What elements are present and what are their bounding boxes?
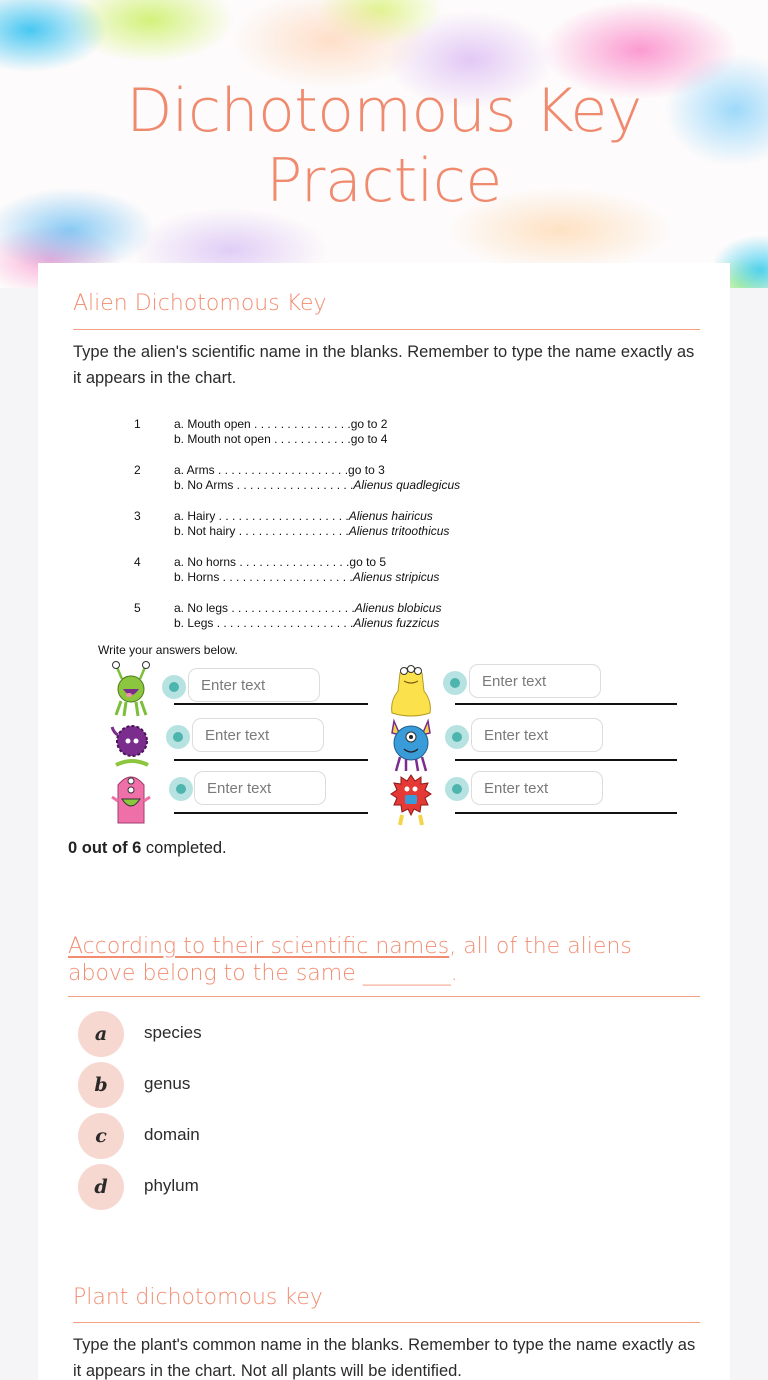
- green-antenna-alien-image: [112, 661, 150, 717]
- option-d[interactable]: d phylum: [78, 1164, 378, 1210]
- key-step-number: 3: [134, 509, 141, 523]
- key-choice-a: a. Mouth open . . . . . . . . . . . . . …: [174, 417, 388, 431]
- option-letter-badge: c: [78, 1113, 124, 1159]
- key-step: 1 a. Mouth open . . . . . . . . . . . . …: [134, 417, 514, 463]
- answer-underline: [174, 812, 368, 814]
- answer-underline: [455, 812, 677, 814]
- answer-input-1[interactable]: [188, 668, 320, 702]
- answer-status-dot: [166, 725, 190, 749]
- answer-status-dot: [445, 777, 469, 801]
- key-step-number: 2: [134, 463, 141, 477]
- purple-fuzzy-alien-image: [110, 725, 149, 767]
- answer-status-dot: [169, 777, 193, 801]
- alien-instructions: Type the alien's scientific name in the …: [73, 343, 695, 387]
- worksheet-card: Alien Dichotomous Key Type the alien's s…: [38, 263, 730, 1380]
- completed-count: 0 out of 6: [68, 839, 142, 857]
- question-divider: [68, 996, 700, 997]
- key-choice-a: a. Arms . . . . . . . . . . . . . . . . …: [174, 463, 385, 477]
- answer-underline: [455, 703, 677, 705]
- option-letter-badge: d: [78, 1164, 124, 1210]
- answer-status-dot: [162, 675, 186, 699]
- key-choice-a: a. No legs . . . . . . . . . . . . . . .…: [174, 601, 442, 615]
- option-b[interactable]: b genus: [78, 1062, 378, 1108]
- red-hairy-alien-image: [390, 774, 432, 826]
- key-choice-b: b. Mouth not open . . . . . . . . . . . …: [174, 432, 388, 446]
- blue-horned-alien-image: [391, 718, 431, 772]
- answer-input-3[interactable]: [192, 718, 324, 752]
- option-label: species: [144, 1023, 202, 1042]
- answer-row: [388, 661, 677, 717]
- answer-row: [388, 771, 677, 826]
- page-title: Dichotomous Key Practice: [126, 76, 642, 216]
- answer-input-5[interactable]: [194, 771, 326, 805]
- key-choice-b: b. Horns . . . . . . . . . . . . . . . .…: [174, 570, 440, 584]
- answer-row: [108, 661, 378, 717]
- option-label: phylum: [144, 1176, 199, 1195]
- answer-input-2[interactable]: [469, 664, 601, 698]
- key-choice-b: b. No Arms . . . . . . . . . . . . . . .…: [174, 478, 461, 492]
- section-divider: [73, 1322, 700, 1323]
- answer-underline: [174, 759, 368, 761]
- answer-row: [108, 717, 378, 767]
- key-step-number: 1: [134, 417, 141, 431]
- key-choice-a: a. Hairy . . . . . . . . . . . . . . . .…: [174, 509, 433, 523]
- section-divider: [73, 329, 700, 330]
- option-label: genus: [144, 1074, 191, 1093]
- yellow-blob-alien-image: [391, 665, 431, 717]
- write-answers-label: Write your answers below.: [98, 643, 238, 657]
- key-step: 2 a. Arms . . . . . . . . . . . . . . . …: [134, 463, 514, 509]
- answer-underline: [455, 759, 677, 761]
- header-banner: Dichotomous Key Practice: [0, 0, 768, 288]
- answer-row: [388, 717, 677, 772]
- option-c[interactable]: c domain: [78, 1113, 378, 1159]
- key-choice-b: b. Not hairy . . . . . . . . . . . . . .…: [174, 524, 450, 538]
- option-label: domain: [144, 1125, 200, 1144]
- question-prompt: According to their scientific names, all…: [68, 934, 632, 986]
- key-step: 5 a. No legs . . . . . . . . . . . . . .…: [134, 601, 514, 647]
- pink-three-eyed-alien-image: [111, 776, 151, 824]
- key-step: 3 a. Hairy . . . . . . . . . . . . . . .…: [134, 509, 514, 555]
- key-step: 4 a. No horns . . . . . . . . . . . . . …: [134, 555, 514, 601]
- section-title-plant: Plant dichotomous key: [73, 1285, 323, 1310]
- answer-input-6[interactable]: [471, 771, 603, 805]
- key-step-number: 5: [134, 601, 141, 615]
- key-choice-a: a. No horns . . . . . . . . . . . . . . …: [174, 555, 387, 569]
- section-title-alien: Alien Dichotomous Key: [73, 291, 327, 316]
- alien-dichotomous-key: 1 a. Mouth open . . . . . . . . . . . . …: [134, 417, 514, 647]
- option-a[interactable]: a species: [78, 1011, 378, 1057]
- answer-status-dot: [443, 671, 467, 695]
- answer-status-dot: [445, 725, 469, 749]
- question-underlined-text: According to their scientific names: [68, 934, 450, 959]
- key-step-number: 4: [134, 555, 141, 569]
- key-choice-b: b. Legs . . . . . . . . . . . . . . . . …: [174, 616, 440, 630]
- answer-input-4[interactable]: [471, 718, 603, 752]
- completion-status: 0 out of 6 completed.: [68, 839, 227, 857]
- option-letter-badge: a: [78, 1011, 124, 1057]
- answer-underline: [174, 703, 368, 705]
- option-letter-badge: b: [78, 1062, 124, 1108]
- plant-instructions: Type the plant's common name in the blan…: [73, 1336, 696, 1380]
- answer-row: [108, 771, 378, 824]
